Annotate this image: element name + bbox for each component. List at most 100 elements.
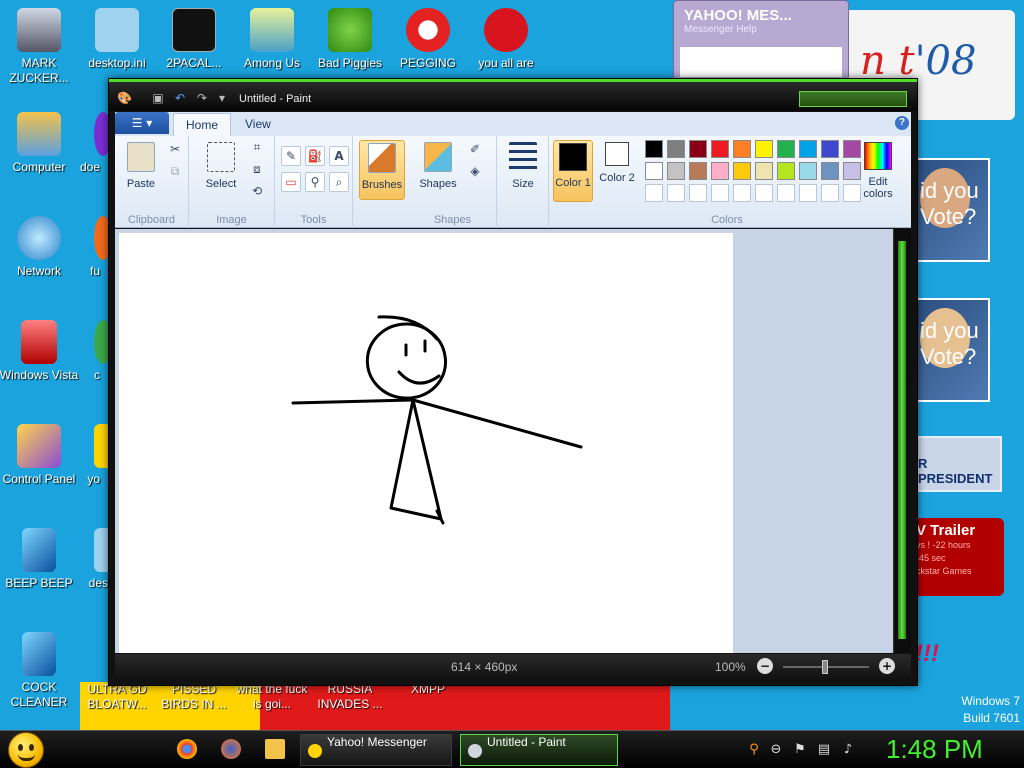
palette-swatch[interactable] (689, 140, 707, 158)
select-button[interactable]: Select (199, 140, 243, 200)
desktop-icon-russia-invades[interactable]: RUSSIA INVADES ... (309, 682, 391, 712)
explorer-icon[interactable] (265, 739, 285, 759)
palette-swatch[interactable] (733, 140, 751, 158)
fill-icon[interactable]: ⛽ (305, 146, 325, 166)
clock[interactable]: 1:48 PM (886, 734, 983, 765)
redo-icon[interactable]: ↷ (195, 91, 209, 105)
desktop-icon-pegging[interactable]: PEGGING (387, 8, 469, 71)
group-clipboard: Paste ✂ ⧉ Clipboard (115, 136, 189, 228)
save-icon[interactable]: ▣ (151, 91, 165, 105)
palette-swatch[interactable] (755, 140, 773, 158)
paint-menu-button[interactable]: ☰ ▾ (115, 112, 169, 134)
size-button[interactable]: Size (501, 140, 545, 200)
help-icon[interactable]: ? (895, 116, 909, 130)
rotate-icon[interactable]: ⟲ (247, 182, 267, 202)
scroll-thumb[interactable] (898, 241, 906, 639)
tray-status-icon[interactable]: ⊖ (768, 742, 784, 758)
zoom-out-button[interactable]: − (757, 658, 773, 674)
palette-swatch[interactable] (711, 184, 729, 202)
palette-swatch[interactable] (667, 140, 685, 158)
brushes-button[interactable]: Brushes (359, 140, 405, 200)
color-picker-icon[interactable]: ⚲ (305, 172, 325, 192)
cut-icon[interactable]: ✂ (165, 140, 185, 160)
desktop-icon-bad-piggies[interactable]: Bad Piggies (309, 8, 391, 71)
bad-piggies-icon (328, 8, 372, 52)
paint-window[interactable]: 🎨 ▣ ↶ ↷ ▾ Untitled - Paint ☰ ▾ Home View… (108, 78, 918, 686)
zoom-slider-thumb[interactable] (822, 660, 828, 674)
title-bar[interactable]: 🎨 ▣ ↶ ↷ ▾ Untitled - Paint (109, 79, 917, 111)
palette-swatch[interactable] (799, 162, 817, 180)
search-icon[interactable]: ⚲ (746, 742, 762, 758)
chrome-icon[interactable] (177, 739, 197, 759)
palette-swatch[interactable] (733, 162, 751, 180)
color2-button[interactable]: Color 2 (597, 140, 637, 202)
desktop-icon-cock-cleaner[interactable]: COCK CLEANER (0, 632, 80, 710)
desktop-icon-yo[interactable]: yo (60, 424, 112, 487)
palette-swatch[interactable] (645, 184, 663, 202)
desktop-icon-fu[interactable]: fu (60, 216, 112, 279)
paste-button[interactable]: Paste (119, 140, 163, 200)
palette-swatch[interactable] (733, 184, 751, 202)
outline-icon[interactable]: ✐ (465, 140, 485, 160)
yahoo-messenger-window[interactable]: YAHOO! MES... Messenger Help (673, 0, 849, 80)
paint-app-icon[interactable]: 🎨 (117, 91, 132, 105)
pencil-icon[interactable]: ✎ (281, 146, 301, 166)
desktop-icon-desktop-ini[interactable]: desktop.ini (76, 8, 158, 71)
palette-swatch[interactable] (777, 162, 795, 180)
tab-view[interactable]: View (233, 113, 283, 136)
palette-swatch[interactable] (799, 184, 817, 202)
desktop-icon-des[interactable]: des (60, 528, 112, 591)
window-controls[interactable] (799, 91, 907, 107)
customize-quick-access-icon[interactable]: ▾ (215, 91, 229, 105)
tab-home[interactable]: Home (173, 113, 232, 136)
fill-style-icon[interactable]: ◈ (465, 162, 485, 182)
desktop-icon-you-all-are[interactable]: you all are (465, 8, 547, 71)
desktop-icon-what-the[interactable]: what the fuck is goi... (231, 682, 313, 712)
firefox-icon[interactable] (221, 739, 241, 759)
desktop-icon-among-us[interactable]: Among Us (231, 8, 313, 71)
palette-swatch[interactable] (711, 140, 729, 158)
shapes-button[interactable]: Shapes (415, 140, 461, 200)
zoom-in-button[interactable]: + (879, 658, 895, 674)
palette-swatch[interactable] (711, 162, 729, 180)
palette-swatch[interactable] (667, 162, 685, 180)
text-icon[interactable]: A (329, 146, 349, 166)
resize-icon[interactable]: ⧈ (247, 160, 267, 180)
action-center-icon[interactable]: ⚑ (792, 742, 808, 758)
palette-swatch[interactable] (689, 184, 707, 202)
palette-swatch[interactable] (777, 184, 795, 202)
edit-colors-button[interactable]: Edit colors (857, 140, 899, 202)
palette-swatch[interactable] (667, 184, 685, 202)
desktop-icon-mark-zucker[interactable]: MARK ZUCKER... (0, 8, 80, 86)
magnifier-icon[interactable]: ⌕ (329, 172, 349, 192)
palette-swatch[interactable] (755, 184, 773, 202)
eraser-icon[interactable]: ▭ (281, 172, 301, 192)
copy-icon[interactable]: ⧉ (165, 162, 185, 182)
desktop-icon-pissed-birds[interactable]: PISSED BIRDS IN ... (153, 682, 235, 712)
palette-swatch[interactable] (755, 162, 773, 180)
color1-button[interactable]: Color 1 (553, 140, 593, 202)
yahoo-menu[interactable]: Messenger Help (674, 24, 848, 35)
taskbar-yahoo-messenger[interactable]: Yahoo! Messenger (300, 734, 452, 766)
person-icon (17, 8, 61, 52)
start-button[interactable] (8, 732, 44, 768)
volume-icon[interactable]: ♪ (840, 742, 856, 758)
palette-swatch[interactable] (799, 140, 817, 158)
palette-swatch[interactable] (777, 140, 795, 158)
desktop-icon-doe[interactable]: doe (60, 112, 112, 175)
desktop-icon-ultra-gd[interactable]: ULTRA GD BLOATW... (76, 682, 158, 712)
palette-swatch[interactable] (821, 140, 839, 158)
palette-swatch[interactable] (821, 184, 839, 202)
palette-swatch[interactable] (645, 162, 663, 180)
desktop-icon-c[interactable]: c (60, 320, 112, 383)
desktop-icon-2pacal[interactable]: 2PACAL... (153, 8, 235, 71)
undo-icon[interactable]: ↶ (173, 91, 187, 105)
drawing-canvas[interactable] (119, 233, 733, 653)
palette-swatch[interactable] (821, 162, 839, 180)
network-tray-icon[interactable]: ▤ (816, 742, 832, 758)
palette-swatch[interactable] (689, 162, 707, 180)
crop-icon[interactable]: ⌗ (247, 138, 267, 158)
palette-swatch[interactable] (645, 140, 663, 158)
vertical-scrollbar[interactable] (893, 229, 911, 653)
taskbar-paint[interactable]: Untitled - Paint (460, 734, 618, 766)
